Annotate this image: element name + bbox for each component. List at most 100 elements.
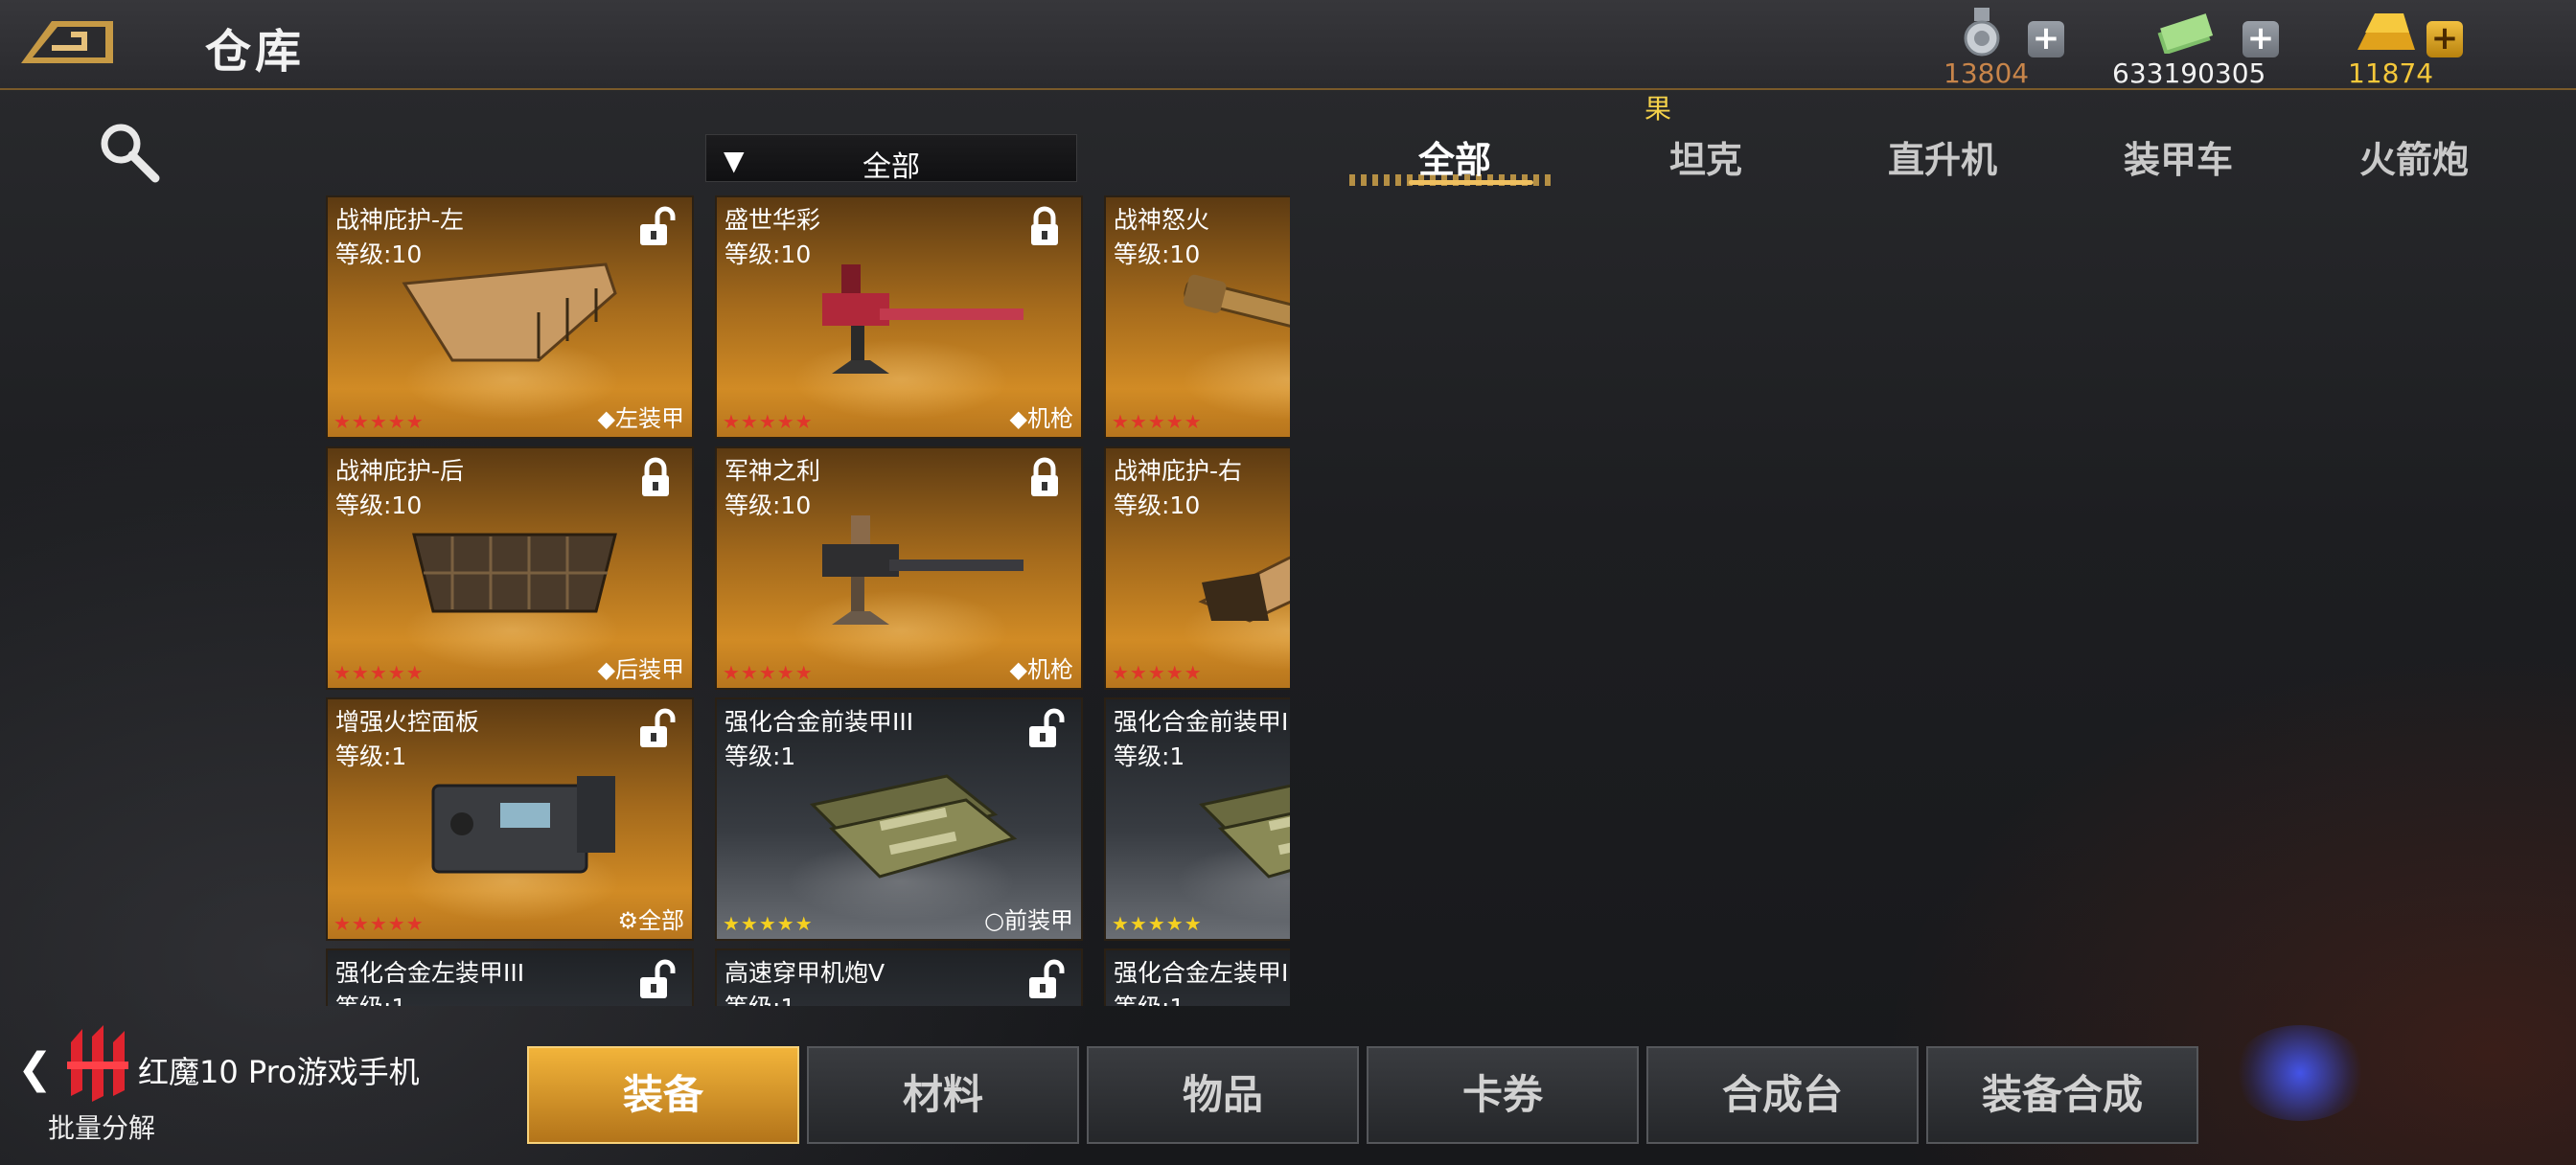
tab-helicopter[interactable]: 直升机 <box>1888 130 1997 183</box>
item-name: 盛世华彩 <box>724 206 821 234</box>
medal-value: 13804 <box>1944 57 2030 89</box>
tab-all[interactable]: 全部 <box>1418 130 1491 183</box>
item-image <box>431 776 615 874</box>
gold-bar-icon <box>2358 13 2415 50</box>
cash-icon <box>2157 13 2214 54</box>
item-image <box>412 533 617 613</box>
item-name: 强化合金左装甲III <box>335 959 525 987</box>
item-name: 战神庇护-左 <box>335 206 465 234</box>
item-image <box>385 998 638 1006</box>
item-image <box>774 998 1027 1006</box>
item-level: 等级:10 <box>335 491 423 519</box>
phone-model-label: 红魔10 Pro游戏手机 <box>138 1054 420 1090</box>
tab-tank[interactable]: 坦克 <box>1669 130 1742 183</box>
item-card[interactable]: 增强火控面板 等级:1 ★★★★★ ⚙全部 <box>326 697 694 941</box>
item-grid: 战神庇护-左 等级:10 ★★★★★ ◆左装甲 盛世华彩 等级:10 ★★★★★ ◆机枪 战神怒… <box>326 195 1290 1006</box>
bottom-tab-equip-synthesis[interactable]: 装备合成 <box>1926 1046 2198 1144</box>
cash-value: 633190305 <box>2112 57 2266 89</box>
star-rating: ★★★★★ <box>723 410 814 433</box>
blue-glow-decoration <box>2233 1025 2367 1121</box>
item-level: 等级:1 <box>335 989 406 1006</box>
gold-resource: + 11874 <box>2346 4 2471 89</box>
item-image <box>822 515 1024 625</box>
item-name: 战神庇护-后 <box>335 457 465 485</box>
item-name: 战神怒火 <box>1114 206 1210 234</box>
item-name: 战神庇护-右 <box>1114 457 1243 485</box>
item-image <box>402 263 617 362</box>
tab-armored-car[interactable]: 装甲车 <box>2124 130 2233 183</box>
gold-value: 11874 <box>2348 57 2434 89</box>
medal-icon <box>1964 8 2000 57</box>
page-title: 仓库 <box>205 25 306 79</box>
lock-closed-icon[interactable] <box>1024 205 1066 247</box>
top-bar: 仓库 + 13804 + 633190305 + 11874 <box>0 0 2576 90</box>
item-card[interactable]: 战神庇护-后 等级:10 ★★★★★ ◆后装甲 <box>326 446 694 690</box>
item-card[interactable]: 战神庇护-左 等级:10 ★★★★★ ◆左装甲 <box>326 195 694 439</box>
cash-resource: + 633190305 <box>2108 4 2290 89</box>
star-rating: ★★★★★ <box>723 912 814 935</box>
lock-closed-icon[interactable] <box>1024 456 1066 498</box>
item-level: 等级:10 <box>1114 491 1201 519</box>
item-name: 强化合金左装甲I <box>1114 959 1289 987</box>
item-slot-type: ◆后装甲 <box>597 656 684 683</box>
star-rating: ★★★★★ <box>334 661 425 684</box>
add-cash-button[interactable]: + <box>2242 21 2279 57</box>
lock-open-icon[interactable] <box>1024 707 1066 749</box>
star-rating: ★★★★★ <box>1112 912 1203 935</box>
item-level: 等级:10 <box>724 240 812 268</box>
bottom-tab-equipment[interactable]: 装备 <box>527 1046 799 1144</box>
item-card[interactable]: 强化合金左装甲III 等级:1 <box>326 948 694 1006</box>
item-slot-type: ◆左装甲 <box>597 405 684 432</box>
item-card[interactable]: 强化合金前装甲III等级:1★★★★★○前装甲 <box>715 697 1083 941</box>
lock-open-icon[interactable] <box>634 205 677 247</box>
bottom-tab-materials[interactable]: 材料 <box>807 1046 1079 1144</box>
lock-closed-icon[interactable] <box>634 456 677 498</box>
star-rating: ★★★★★ <box>1112 410 1203 433</box>
add-gold-button[interactable]: + <box>2426 21 2463 57</box>
red-magic-logo-icon <box>67 1025 128 1102</box>
item-image <box>809 774 1018 879</box>
item-card[interactable]: 战神庇护-右等级:10★★★★★◆右装甲 <box>1104 446 1290 690</box>
item-card[interactable]: 盛世华彩等级:10 ★★★★★ ◆机枪 <box>715 195 1083 439</box>
star-rating: ★★★★★ <box>1112 661 1203 684</box>
item-card[interactable]: 高速穿甲机炮V 等级:1 <box>715 948 1083 1006</box>
tab-rocket-launcher[interactable]: 火箭炮 <box>2359 130 2469 183</box>
item-name: 强化合金前装甲III <box>724 708 914 736</box>
add-medal-button[interactable]: + <box>2028 21 2064 57</box>
star-rating: ★★★★★ <box>334 410 425 433</box>
star-rating: ★★★★★ <box>334 912 425 935</box>
center-marker: 果 <box>1644 93 1672 125</box>
item-name: 高速穿甲机炮V <box>724 959 886 987</box>
star-rating: ★★★★★ <box>723 661 814 684</box>
item-slot-type: ⚙全部 <box>617 907 684 934</box>
item-level: 等级:10 <box>1114 240 1201 268</box>
bottom-tab-crafting[interactable]: 合成台 <box>1646 1046 1919 1144</box>
item-level: 等级:1 <box>335 742 407 770</box>
item-card[interactable]: 强化合金左装甲I 等级:1 <box>1104 948 1290 1006</box>
lock-open-icon[interactable] <box>634 958 677 1000</box>
batch-dismantle-button[interactable]: 批量分解 <box>48 1108 155 1146</box>
item-slot-type: ○前装甲 <box>984 907 1073 934</box>
item-image <box>822 264 1024 374</box>
item-name: 军神之利 <box>724 457 821 485</box>
medal-resource: + 13804 <box>1936 4 2064 89</box>
bottom-tab-coupons[interactable]: 卡券 <box>1367 1046 1639 1144</box>
lock-open-icon[interactable] <box>1024 958 1066 1000</box>
item-level: 等级:10 <box>724 491 812 519</box>
item-name: 增强火控面板 <box>335 708 480 736</box>
search-icon[interactable] <box>96 119 161 184</box>
item-level: 等级:1 <box>1114 989 1184 1006</box>
item-card[interactable]: 强化合金前装甲III等级:1★★★★★○前装甲 <box>1104 697 1290 941</box>
collapse-chevron-icon[interactable]: ❮ <box>17 1044 53 1093</box>
item-slot-type: ◆机枪 <box>1009 405 1073 432</box>
lock-open-icon[interactable] <box>634 707 677 749</box>
item-card[interactable]: 军神之利等级:10 ★★★★★ ◆机枪 <box>715 446 1083 690</box>
filter-dropdown[interactable]: ▼ 全部 <box>705 134 1077 184</box>
item-level: 等级:1 <box>1114 742 1185 770</box>
item-slot-type: ◆机枪 <box>1009 656 1073 683</box>
item-card[interactable]: 战神怒火等级:10★★★★★◆火炮 <box>1104 195 1290 439</box>
filter-selected: 全部 <box>862 150 920 184</box>
item-name: 强化合金前装甲III <box>1114 708 1290 736</box>
back-icon[interactable] <box>13 15 117 69</box>
bottom-tab-items[interactable]: 物品 <box>1087 1046 1359 1144</box>
